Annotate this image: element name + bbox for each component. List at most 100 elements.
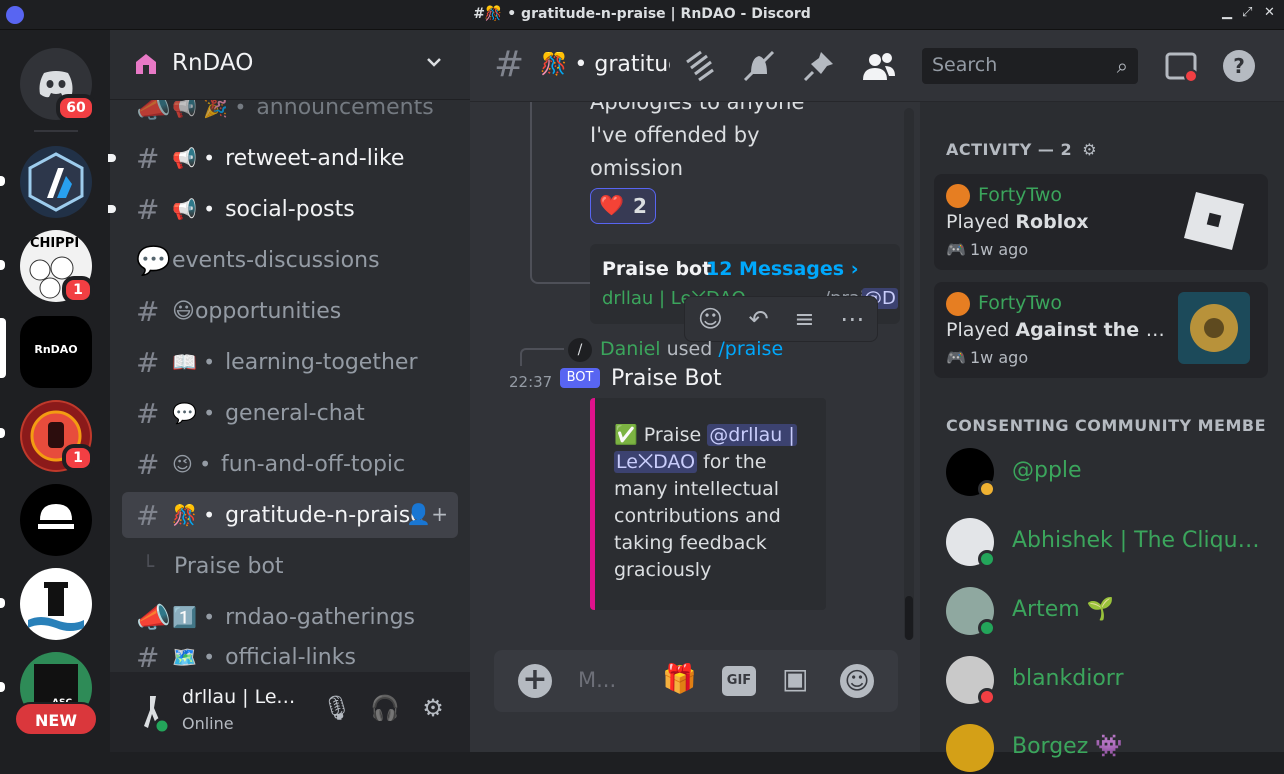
message-input[interactable]: M... xyxy=(578,668,616,692)
invite-user-icon[interactable]: 👤+ xyxy=(406,502,448,526)
idle-status-icon xyxy=(978,480,996,498)
castle-icon xyxy=(28,582,84,631)
message-timestamp: 22:37 xyxy=(509,373,553,391)
add-reaction-icon[interactable]: ☺ xyxy=(698,305,723,333)
hash-icon: # xyxy=(136,294,160,328)
channel-opportunities[interactable]: # 😃 opportunities xyxy=(122,288,458,334)
emoji-icon[interactable]: ☺ xyxy=(840,664,874,698)
thread-praise-bot[interactable]: └ Praise bot xyxy=(122,543,458,589)
reply-icon[interactable]: ↶ xyxy=(749,305,769,333)
headphones-icon[interactable]: 🎧 xyxy=(368,694,402,728)
message-author[interactable]: Praise Bot xyxy=(611,366,722,391)
server-header[interactable]: RnDAO xyxy=(110,30,470,100)
hash-icon: # xyxy=(494,44,525,85)
embed-text: ✅ Praise @drllau | Le⨉DAO for the many i… xyxy=(614,424,797,581)
new-guilds-badge[interactable]: NEW xyxy=(14,702,98,736)
member-item[interactable]: @pple xyxy=(946,448,1276,498)
member-item[interactable]: Abhishek | The Clique ... xyxy=(946,518,1276,568)
roblox-logo-icon xyxy=(1178,184,1250,256)
inbox-icon[interactable] xyxy=(1162,48,1200,86)
scrollbar-thumb[interactable] xyxy=(905,596,913,640)
channel-general-chat[interactable]: # 💬 • general-chat xyxy=(122,390,458,436)
close-button[interactable]: ✕ xyxy=(1264,5,1275,20)
bot-tag: BOT xyxy=(560,368,600,388)
forum-icon: 💬 xyxy=(136,243,171,277)
praise-embed: ✅ Praise @drllau | Le⨉DAO for the many i… xyxy=(590,398,826,610)
gif-button[interactable]: GIF xyxy=(722,666,756,696)
bell-logo-icon xyxy=(38,504,74,529)
user-status: Online xyxy=(182,714,234,733)
member-item[interactable]: Artem 🌱 xyxy=(946,587,1276,637)
thread-message-count[interactable]: 12 Messages › xyxy=(706,258,859,280)
threads-icon[interactable] xyxy=(680,48,718,86)
more-options-icon[interactable]: ⋯ xyxy=(840,305,864,333)
user-mention[interactable]: @drllau | xyxy=(707,424,797,446)
member-item[interactable]: blankdiorr xyxy=(946,656,1276,706)
channel-learning-together[interactable]: # 📖 • learning-together xyxy=(122,339,458,385)
channel-official-links[interactable]: # 🗺️ • official-links xyxy=(122,642,458,672)
pin-icon[interactable] xyxy=(800,48,838,86)
gamepad-icon: 🎮 xyxy=(946,240,966,259)
member-list-icon[interactable] xyxy=(860,48,898,86)
announcement-channel-icon: 📣 xyxy=(136,600,171,634)
gift-icon[interactable]: 🎁 xyxy=(662,662,697,695)
channel-social-posts[interactable]: # 📢 • social-posts xyxy=(122,186,458,232)
unread-indicator xyxy=(0,260,5,270)
channel-rndao-gatherings[interactable]: 📣 1️⃣ • rndao-gatherings xyxy=(122,594,458,640)
channel-fun-and-off-topic[interactable]: # 😉 • fun-and-off-topic xyxy=(122,441,458,487)
window-titlebar: #🎊 • gratitude-n-praise | RnDAO - Discor… xyxy=(0,0,1284,30)
help-icon[interactable]: ? xyxy=(1220,48,1258,86)
guild-castle[interactable] xyxy=(20,568,92,640)
command-line: Daniel used /praise xyxy=(600,338,784,360)
activity-card[interactable]: FortyTwo Played Against the Sto... 🎮 1w … xyxy=(934,282,1268,378)
slash-command-icon: / xyxy=(568,338,592,362)
guild-unread-badge: 1 xyxy=(62,276,94,304)
dnd-status-icon xyxy=(978,688,996,706)
guild-unread-badge: 1 xyxy=(62,444,94,472)
thread-spine xyxy=(530,102,590,284)
reaction-heart[interactable]: ❤️ 2 xyxy=(590,188,656,224)
guild-bell[interactable] xyxy=(20,484,92,556)
chat-scrollbar[interactable] xyxy=(904,108,914,640)
sticker-icon[interactable]: ▣ xyxy=(782,662,808,695)
channel-gratitude-n-praise[interactable]: # 🎊 • gratitude-n-praise 👤+ xyxy=(122,492,458,538)
thread-branch-icon: └ xyxy=(142,554,155,578)
server-name: RnDAO xyxy=(172,50,254,76)
notification-bell-muted-icon[interactable] xyxy=(740,48,778,86)
game-cover-icon xyxy=(1178,292,1250,364)
settings-gear-icon[interactable]: ⚙ xyxy=(416,694,450,728)
channel-retweet-and-like[interactable]: # 📢 • retweet-and-like xyxy=(122,135,458,181)
channel-sidebar: RnDAO 📣 📢 🎉 • announcements # 📢 • retwee… xyxy=(108,30,470,752)
message-composer: + M... 🎁 GIF ▣ ☺ xyxy=(494,650,898,712)
command-link[interactable]: /praise xyxy=(718,338,783,360)
hash-icon: # xyxy=(136,192,160,226)
hash-icon: # xyxy=(136,345,160,379)
user-mention[interactable]: Le⨉DAO xyxy=(614,451,698,473)
search-input[interactable]: Search ⌕ xyxy=(922,48,1138,84)
unread-indicator xyxy=(0,598,5,608)
user-avatar[interactable] xyxy=(130,688,178,736)
microphone-icon[interactable]: 🎙 xyxy=(320,694,354,728)
activity-header: ACTIVITY — 2 ⚙ xyxy=(946,140,1098,159)
online-status-icon xyxy=(978,550,996,568)
gear-icon[interactable]: ⚙ xyxy=(1082,140,1097,159)
member-avatar xyxy=(946,724,994,772)
unread-indicator xyxy=(0,428,5,438)
svg-text:?: ? xyxy=(1233,54,1245,78)
channel-events-discussions[interactable]: 💬 events-discussions xyxy=(122,237,458,283)
user-avatar xyxy=(946,184,970,208)
hash-icon: # xyxy=(136,642,160,672)
selected-indicator xyxy=(0,318,6,378)
upload-plus-icon[interactable]: + xyxy=(518,664,552,698)
guild-arbitrum[interactable] xyxy=(20,146,92,218)
create-thread-icon[interactable]: ≡ xyxy=(794,305,814,333)
check-mark-icon: ✅ xyxy=(614,424,638,446)
activity-card[interactable]: FortyTwo Played Roblox 🎮 1w ago xyxy=(934,174,1268,270)
maximize-button[interactable]: ⤢ xyxy=(1242,5,1252,20)
chevron-down-icon xyxy=(427,58,441,67)
window-title: #🎊 • gratitude-n-praise | RnDAO - Discor… xyxy=(473,6,811,22)
guild-rndao[interactable]: RnDAO xyxy=(20,316,92,388)
minimize-button[interactable]: ▁ xyxy=(1222,5,1232,20)
hash-icon: # xyxy=(136,498,160,532)
member-item[interactable]: Borgez 👾 xyxy=(946,724,1276,774)
